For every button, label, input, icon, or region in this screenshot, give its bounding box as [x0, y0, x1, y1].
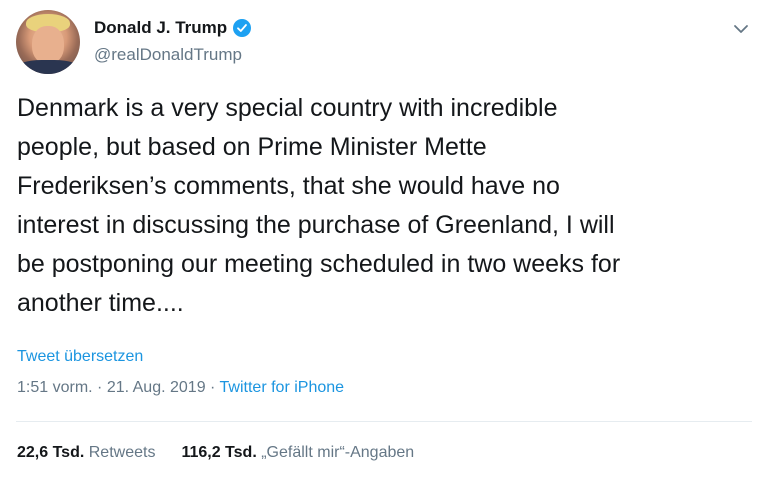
retweets-stat[interactable]: 22,6 Tsd. Retweets	[17, 444, 155, 462]
verified-badge-icon	[233, 19, 252, 37]
likes-count: 116,2 Tsd.	[181, 444, 257, 461]
divider	[16, 421, 752, 422]
chevron-down-icon[interactable]	[732, 22, 750, 36]
tweet-source-link[interactable]: Twitter for iPhone	[220, 379, 345, 396]
meta-separator: ·	[97, 379, 107, 396]
checkmark-icon	[237, 24, 248, 32]
tweet-text-line: interest in discussing the purchase of G…	[17, 211, 615, 239]
author-name-row: Donald J. Trump	[94, 18, 252, 38]
tweet-stats: 22,6 Tsd. Retweets 116,2 Tsd. „Gefällt m…	[17, 444, 414, 462]
likes-label: „Gefällt mir“-Angaben	[261, 444, 415, 461]
tweet-text: Denmark is a very special country with i…	[17, 89, 757, 323]
tweet-text-line: Frederiksen’s comments, that she would h…	[17, 172, 560, 200]
tweet-text-line: Denmark is a very special country with i…	[17, 94, 558, 122]
translate-tweet-link[interactable]: Tweet übersetzen	[17, 348, 143, 366]
tweet-date[interactable]: 21. Aug. 2019	[107, 379, 206, 396]
avatar-suit	[16, 60, 80, 74]
tweet-text-line: another time....	[17, 289, 184, 317]
meta-separator: ·	[210, 379, 220, 396]
avatar[interactable]	[16, 10, 80, 74]
likes-stat[interactable]: 116,2 Tsd. „Gefällt mir“-Angaben	[181, 444, 414, 462]
avatar-face	[32, 26, 64, 64]
retweets-count: 22,6 Tsd.	[17, 444, 85, 461]
tweet-time[interactable]: 1:51 vorm.	[17, 379, 93, 396]
tweet-meta: 1:51 vorm. · 21. Aug. 2019 · Twitter for…	[17, 379, 344, 397]
author-display-name[interactable]: Donald J. Trump	[94, 18, 227, 38]
author-handle[interactable]: @realDonaldTrump	[94, 45, 242, 65]
tweet-text-line: people, but based on Prime Minister Mett…	[17, 133, 487, 161]
retweets-label: Retweets	[88, 444, 156, 461]
tweet-text-line: be postponing our meeting scheduled in t…	[17, 250, 621, 278]
